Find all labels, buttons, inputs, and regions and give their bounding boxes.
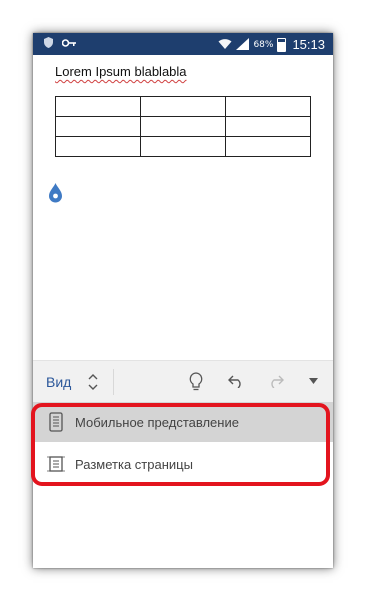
- text-cursor-handle-icon[interactable]: [49, 183, 62, 203]
- status-bar: 68% 15:13: [33, 33, 333, 55]
- lightbulb-icon[interactable]: [189, 372, 203, 392]
- redo-icon[interactable]: [268, 374, 284, 388]
- clock: 15:13: [292, 37, 325, 52]
- table-row: [55, 136, 311, 157]
- table-cell[interactable]: [225, 116, 311, 137]
- table-cell[interactable]: [225, 96, 311, 117]
- view-tab-label[interactable]: Вид: [46, 374, 71, 390]
- shield-icon: [44, 37, 53, 51]
- red-highlight-box: [31, 403, 330, 486]
- undo-icon[interactable]: [228, 374, 244, 388]
- wifi-icon: [218, 35, 232, 54]
- table-cell[interactable]: [140, 96, 226, 117]
- table-cell[interactable]: [140, 116, 226, 137]
- phone-screen: 68% 15:13 Lorem Ipsum blablabla Вид Моби…: [33, 33, 333, 568]
- updown-chevron-icon[interactable]: [87, 373, 99, 391]
- dropdown-arrow-icon[interactable]: [309, 378, 318, 384]
- table-row: [55, 96, 311, 117]
- signal-icon: [236, 35, 250, 54]
- table-cell[interactable]: [225, 136, 311, 157]
- table-cell[interactable]: [55, 96, 141, 117]
- key-icon: [61, 38, 76, 50]
- document-table[interactable]: [55, 96, 311, 157]
- toolbar-divider: [113, 369, 114, 395]
- table-cell[interactable]: [55, 136, 141, 157]
- bottom-toolbar: Вид: [33, 360, 333, 403]
- battery-icon: [277, 37, 287, 52]
- table-cell[interactable]: [55, 116, 141, 137]
- table-cell[interactable]: [140, 136, 226, 157]
- table-row: [55, 116, 311, 137]
- document-canvas[interactable]: Lorem Ipsum blablabla: [33, 55, 333, 360]
- document-title-text[interactable]: Lorem Ipsum blablabla: [55, 64, 187, 79]
- battery-percent: 68%: [253, 39, 274, 50]
